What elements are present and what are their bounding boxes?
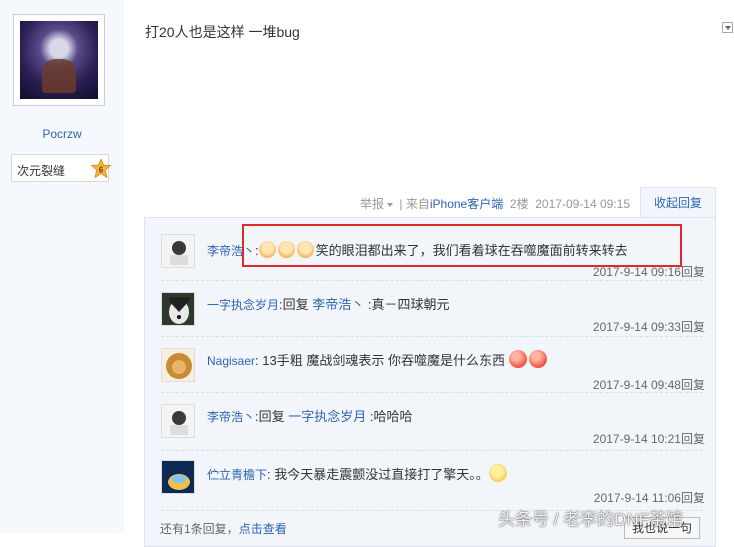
- reply-button[interactable]: 回复: [681, 378, 705, 392]
- level-star-icon: 6: [91, 159, 111, 179]
- reply-time: 2017-9-14 11:06: [593, 491, 681, 505]
- reply-line: Nagisaer: 13手粗 魔战剑魂表示 你吞噬魔是什么东西: [207, 350, 549, 369]
- author-avatar[interactable]: [13, 14, 105, 106]
- post-menu-dropdown[interactable]: [722, 22, 733, 33]
- source-prefix: | 来自: [399, 197, 430, 211]
- post-content: 打20人也是这样 一堆bug: [145, 24, 300, 40]
- reply-text: 哈哈哈: [373, 409, 413, 424]
- reply-divider: [161, 336, 703, 337]
- more-replies: 还有1条回复，点击查看: [160, 520, 287, 537]
- reply-author[interactable]: Nagisaer: [207, 354, 255, 368]
- avatar-image: [162, 235, 194, 267]
- reply-line: 一字执念岁月:回复 李帝浩丶 :真－四球朝元: [207, 294, 450, 313]
- watermark: 头条号 / 老李的DNF茶馆: [498, 510, 684, 529]
- source-link[interactable]: iPhone客户端: [430, 197, 503, 211]
- member-badge[interactable]: 次元裂缝 6: [11, 154, 111, 182]
- emoji-icon: [508, 350, 527, 368]
- reply-divider: [161, 392, 703, 393]
- reply-button[interactable]: 回复: [681, 265, 705, 279]
- reply-meta: 2017-9-14 11:06回复: [594, 489, 705, 506]
- reply-avatar[interactable]: [161, 348, 195, 382]
- badge-level: 6: [99, 165, 104, 174]
- reply-author[interactable]: 一字执念岁月: [207, 298, 279, 312]
- more-replies-text: 还有1条回复，: [160, 522, 239, 536]
- reply-button[interactable]: 回复: [681, 320, 705, 334]
- avatar-image: [162, 293, 194, 325]
- reply-prefix: 回复: [282, 297, 313, 312]
- reply-author[interactable]: 伫立青檐下: [207, 468, 267, 482]
- avatar-image: [162, 461, 194, 493]
- reply-time: 2017-9-14 09:33: [592, 320, 681, 334]
- view-more-link[interactable]: 点击查看: [239, 522, 287, 536]
- reply-target[interactable]: 一字执念岁月: [288, 409, 366, 424]
- avatar-image: [162, 349, 194, 381]
- reply-avatar[interactable]: [161, 234, 195, 268]
- badge-label: 次元裂缝: [17, 164, 66, 178]
- reply-divider: [161, 280, 703, 281]
- reply-divider: [161, 450, 703, 451]
- reply-button[interactable]: 回复: [681, 432, 705, 446]
- reply-avatar[interactable]: [161, 404, 195, 438]
- reply-author[interactable]: 李帝浩丶: [207, 410, 255, 424]
- avatar-image: [162, 405, 194, 437]
- reply-text: 真－四球朝元: [371, 297, 450, 312]
- reply-button[interactable]: 回复: [681, 491, 705, 505]
- reply-sep: :: [366, 409, 374, 424]
- post-meta: 举报 | 来自iPhone客户端 2楼 2017-09-14 09:15: [360, 195, 630, 212]
- reply-prefix: 回复: [258, 409, 289, 424]
- smile-emoji-icon: [488, 464, 507, 482]
- reply-time: 2017-9-14 10:21: [592, 432, 681, 446]
- reply-text: 我今天暴走震颤没过直接打了擎天。。: [270, 467, 489, 482]
- highlight-box: [242, 224, 682, 267]
- reply-time: 2017-9-14 09:48: [592, 378, 681, 392]
- reply-meta: 2017-9-14 09:48回复: [593, 376, 705, 393]
- author-sidebar: Pocrzw 次元裂缝 6: [0, 0, 124, 533]
- author-username[interactable]: Pocrzw: [0, 127, 124, 141]
- caret-down-icon: [387, 202, 394, 207]
- post-datetime: 2017-09-14 09:15: [535, 197, 630, 211]
- reply-avatar[interactable]: [161, 460, 195, 494]
- reply-text: 13手粗 魔战剑魂表示 你吞噬魔是什么东西: [258, 353, 509, 368]
- avatar-image: [20, 21, 98, 99]
- reply-line: 李帝浩丶:回复 一字执念岁月 :哈哈哈: [207, 406, 413, 425]
- emoji-icon: [528, 350, 547, 368]
- reply-sep: :: [364, 297, 372, 312]
- reply-target[interactable]: 李帝浩丶: [312, 297, 364, 312]
- reply-meta: 2017-9-14 10:21回复: [593, 430, 705, 447]
- reply-avatar[interactable]: [161, 292, 195, 326]
- reply-line: 伫立青檐下: 我今天暴走震颤没过直接打了擎天。。: [207, 464, 509, 483]
- floor-number: 2楼: [509, 197, 529, 211]
- reply-time: 2017-9-14 09:16: [592, 265, 681, 279]
- collapse-replies-tab[interactable]: 收起回复: [640, 187, 716, 218]
- report-link[interactable]: 举报: [360, 197, 396, 211]
- reply-meta: 2017-9-14 09:33回复: [593, 318, 705, 335]
